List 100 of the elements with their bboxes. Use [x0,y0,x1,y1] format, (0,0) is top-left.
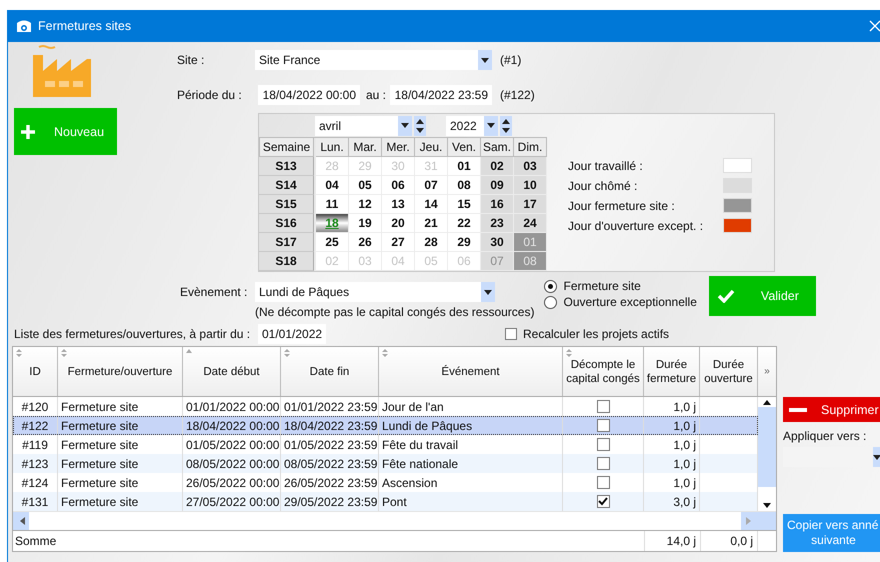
calendar-day[interactable]: 06 [382,176,415,195]
delete-button[interactable]: Supprimer [783,397,880,422]
closing-duration-cell: 3,0 j [644,492,700,512]
calendar-day[interactable]: 21 [415,214,448,233]
checkbox[interactable] [596,438,610,452]
weekday-header: Lun. [316,138,349,157]
calendar-day[interactable]: 22 [448,214,481,233]
column-header[interactable]: Décompte le capital congés [563,347,644,396]
end-date-cell: 18/04/2022 23:59 [281,416,379,436]
column-header[interactable]: ID [13,347,58,396]
radio-option[interactable]: Ouverture exceptionnelle [544,295,697,309]
period-label: Période du : [177,88,243,102]
calendar-day[interactable]: 30 [481,233,514,252]
calendar-day[interactable]: 01 [448,157,481,176]
column-header[interactable]: Événement [379,347,563,396]
event-note: (Ne décompte pas le capital congés des ressources) [255,305,534,319]
calendar-day[interactable]: 13 [382,195,415,214]
calendar-day[interactable]: 07 [415,176,448,195]
table-row[interactable]: #122 Fermeture site 18/04/2022 00:00 18/04/2022 23:59 Lundi de Pâques 1,0 j [13,416,758,436]
calendar-day[interactable]: 10 [514,176,547,195]
calendar-day[interactable]: 02 [481,157,514,176]
checkbox[interactable] [596,457,610,470]
calendar-day[interactable]: 16 [481,195,514,214]
type-cell: Fermeture site [58,492,183,512]
column-header[interactable]: Date fin [281,347,379,396]
calendar-day[interactable]: 17 [514,195,547,214]
list-label: Liste des fermetures/ouvertures, à partir du : [14,327,252,341]
year-dropdown[interactable]: 2022 [446,116,498,136]
dropdown-arrow-icon [401,123,409,128]
calendar-day[interactable]: 03 [514,157,547,176]
calendar-day[interactable]: 27 [382,233,415,252]
window-title: Fermetures sites [38,19,132,33]
event-cell: Pont [379,492,563,512]
legend-label: Jour chômé : [568,178,638,192]
column-header[interactable]: Durée ouverture [700,347,758,396]
recalculate-checkbox[interactable]: Recalculer les projets actifs [505,327,670,341]
plus-icon [20,124,36,140]
factory-icon [31,45,93,99]
weekday-header: Sam. [481,138,514,157]
scroll-right-icon [746,517,751,526]
calendar-day[interactable]: 09 [481,176,514,195]
calendar-day[interactable]: 08 [448,176,481,195]
spinner-icon[interactable] [414,116,426,136]
scroll-down-icon [763,503,771,508]
period-reference: (#122) [500,88,535,102]
to-label: au : [366,88,386,102]
table-row[interactable]: #131 Fermeture site 27/05/2022 00:00 29/05/2022 23:59 Pont 3,0 j [13,492,758,512]
site-reference: (#1) [500,53,522,67]
more-columns-button[interactable]: » [758,347,776,396]
calendar-day[interactable]: 25 [316,233,349,252]
scroll-thumb[interactable] [758,407,776,488]
calendar-day[interactable]: 20 [382,214,415,233]
calendar-day[interactable]: 15 [448,195,481,214]
weekday-header: Mer. [382,138,415,157]
radio-option[interactable]: Fermeture site [544,279,697,293]
checkbox[interactable] [596,419,610,432]
closing-duration-cell: 1,0 j [644,416,700,436]
calendar-day[interactable]: 05 [349,176,382,195]
close-icon[interactable] [869,20,880,32]
calendar-day[interactable]: 11 [316,195,349,214]
end-date-field[interactable]: 18/04/2022 23:59 [390,85,492,105]
end-date-cell: 08/05/2022 23:59 [281,454,379,474]
checkbox[interactable] [596,476,610,490]
horizontal-scrollbar[interactable] [13,512,758,530]
calendar-day[interactable]: 26 [349,233,382,252]
id-cell: #122 [13,416,58,436]
dropdown-arrow-icon [487,123,495,128]
event-cell: Lundi de Pâques [379,416,563,436]
sum-label: Somme [14,534,58,548]
week-number: S13 [259,157,314,176]
calendar-day[interactable]: 28 [415,233,448,252]
calendar-day[interactable]: 14 [415,195,448,214]
start-date-cell: 27/05/2022 00:00 [183,492,281,512]
site-dropdown[interactable]: Site France [255,50,492,70]
minus-icon [789,408,807,412]
dropdown-arrow-icon [481,58,489,62]
week-column-header: Semaine [259,138,314,157]
calendar-day[interactable]: 29 [448,233,481,252]
week-number: S17 [259,233,314,252]
month-dropdown[interactable]: avril [315,116,412,136]
start-date-field[interactable]: 18/04/2022 00:00 [258,85,360,105]
calendar-day[interactable]: 23 [481,214,514,233]
checkbox[interactable] [596,495,610,508]
calendar-day[interactable]: 24 [514,214,547,233]
checkbox[interactable] [596,400,610,414]
event-dropdown[interactable]: Lundi de Pâques [255,282,495,302]
list-start-date-field[interactable]: 01/01/2022 [258,324,326,344]
start-date-cell: 18/04/2022 00:00 [183,416,281,436]
column-header[interactable]: Durée fermeture [644,347,700,396]
dropdown-arrow-icon [873,454,880,460]
column-header[interactable]: Date début [183,347,281,396]
column-header[interactable]: Fermeture/ouverture [58,347,183,396]
week-number: S18 [259,252,314,271]
table-row[interactable]: #123 Fermeture site 08/05/2022 00:00 08/05/2022 23:59 Fête nationale 1,0 j [13,454,758,474]
calendar-day[interactable]: 19 [349,214,382,233]
closing-duration-cell: 1,0 j [644,454,700,474]
calendar-day[interactable]: 04 [316,176,349,195]
dropdown-arrow-icon [484,290,492,294]
calendar-day[interactable]: 12 [349,195,382,214]
spinner-icon[interactable] [500,116,512,136]
